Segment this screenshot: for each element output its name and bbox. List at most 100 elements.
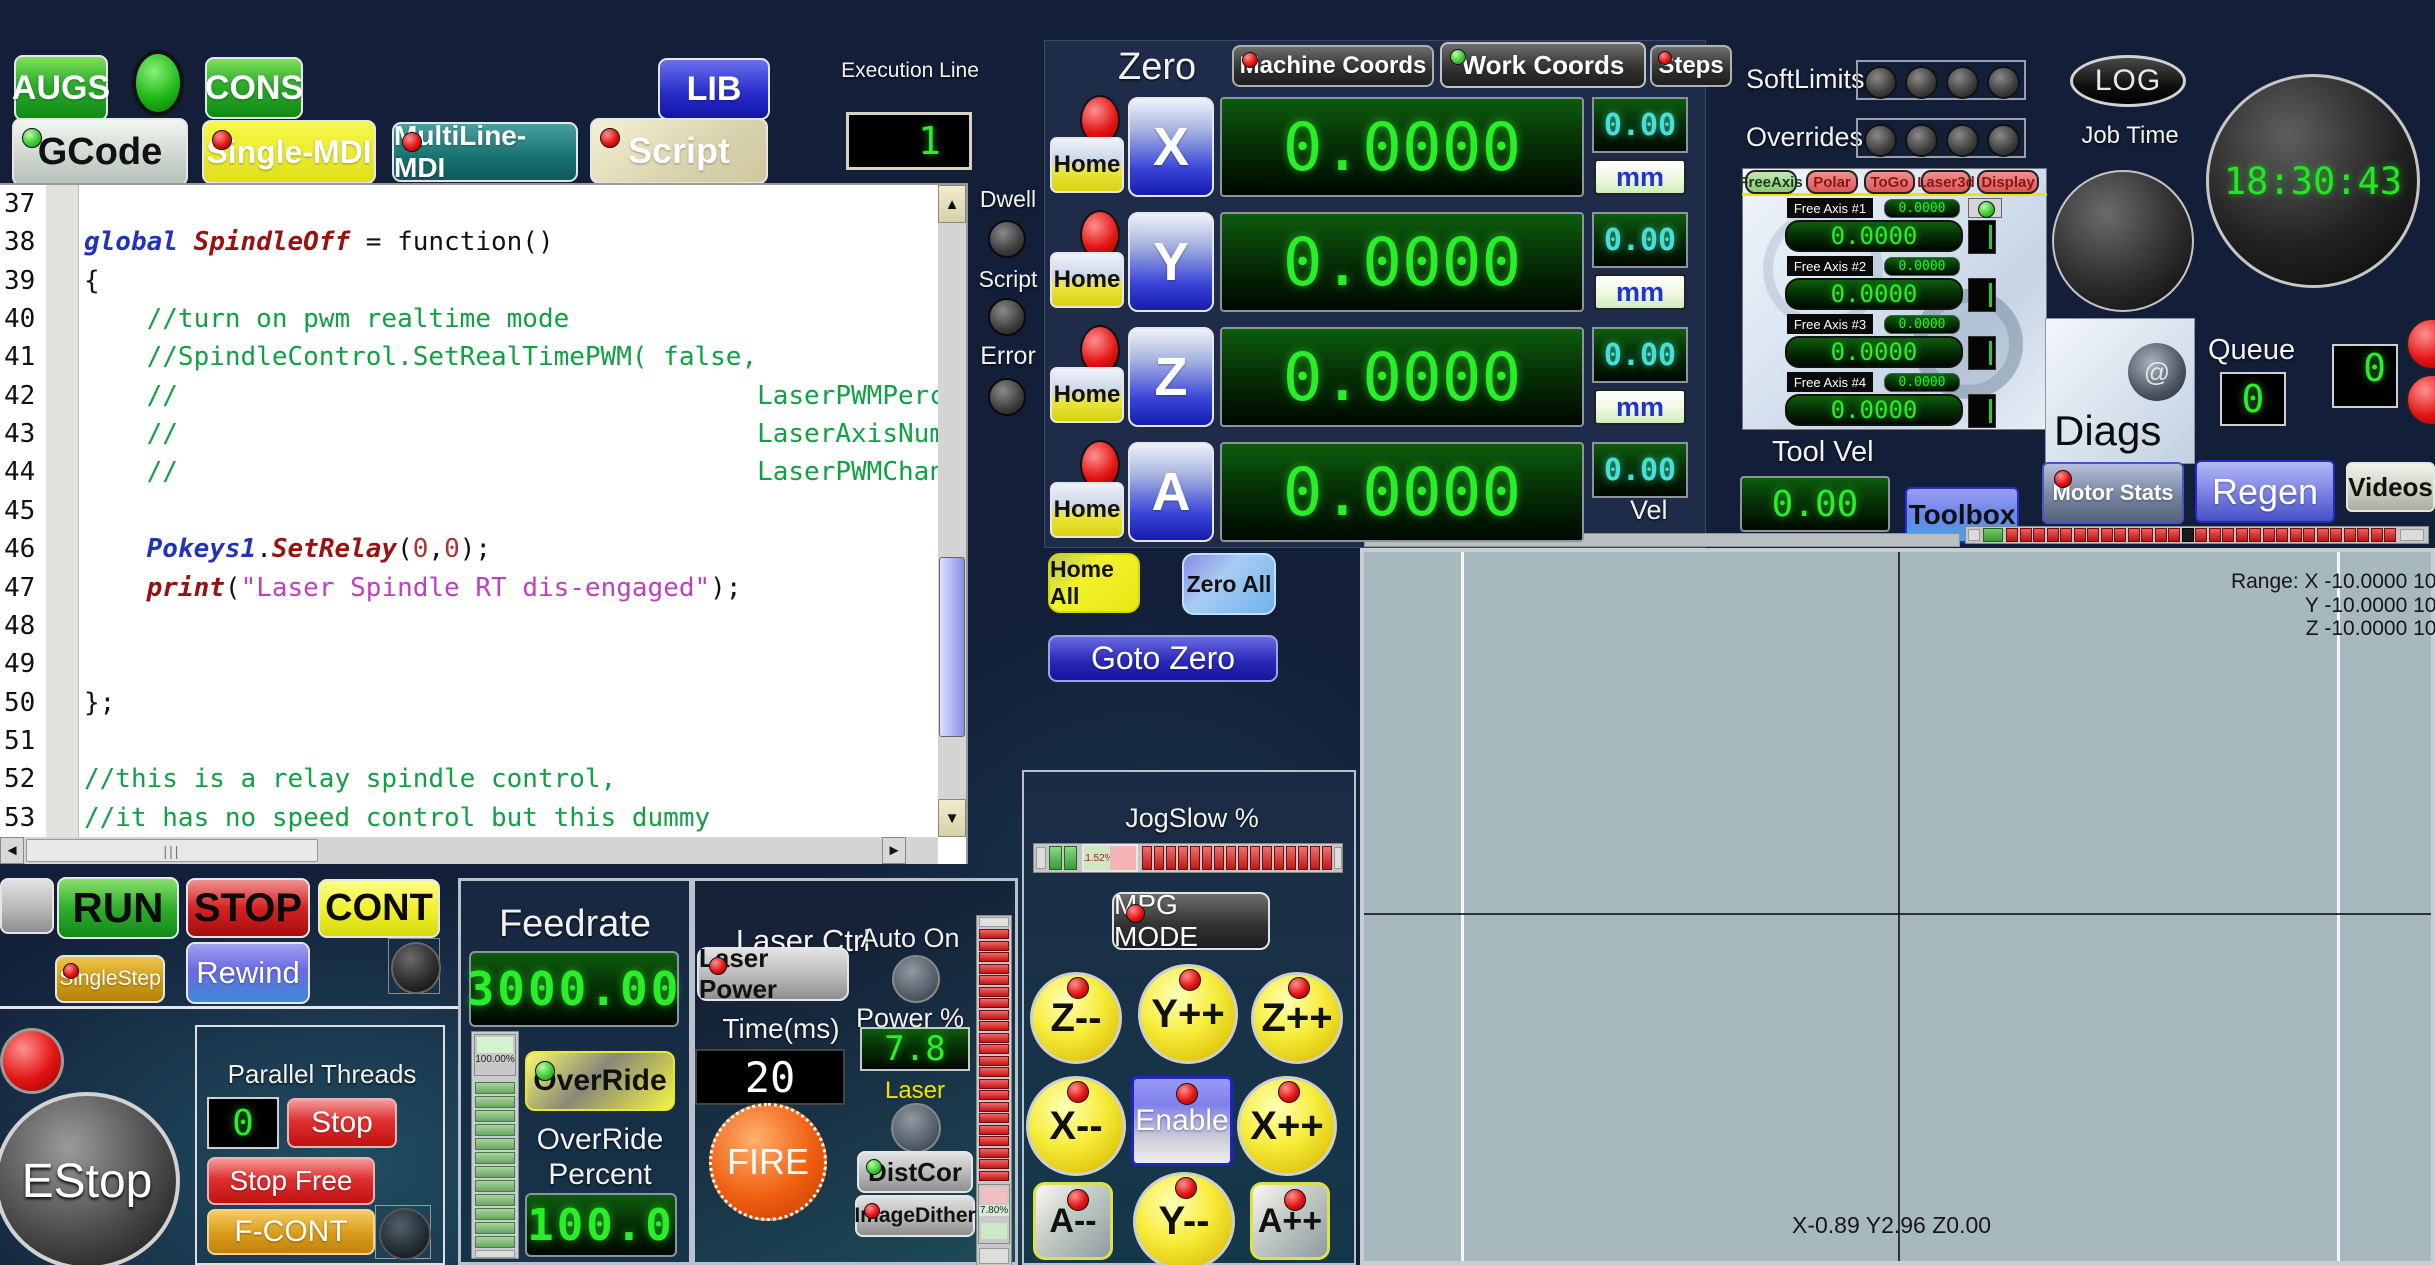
mpg-mode-button[interactable]: MPG MODE bbox=[1112, 892, 1270, 950]
feedhold-knob[interactable] bbox=[391, 942, 441, 994]
jog-dial-knob[interactable] bbox=[2052, 170, 2194, 312]
free-axis-toggle[interactable] bbox=[1968, 198, 2002, 218]
cons-button[interactable]: CONS bbox=[205, 57, 303, 119]
vel-label: Vel bbox=[1630, 495, 1668, 526]
home-button[interactable]: Home bbox=[1050, 137, 1124, 193]
step-size-display: 0.00 bbox=[1592, 212, 1688, 268]
tab-gcode[interactable]: GCode bbox=[12, 118, 188, 186]
home-all-button[interactable]: Home All bbox=[1048, 553, 1140, 613]
axis-select-button-z[interactable]: Z bbox=[1128, 327, 1214, 427]
distcor-button[interactable]: DistCor bbox=[857, 1151, 973, 1193]
augs-button[interactable]: AUGS bbox=[14, 55, 108, 121]
free-axis-tab-togo[interactable]: ToGo bbox=[1864, 170, 1915, 194]
stop-button[interactable]: STOP bbox=[186, 878, 310, 938]
feedrate-slider-handle[interactable]: 100.00% bbox=[474, 1034, 516, 1076]
free-axis-row-label: Free Axis #4 bbox=[1787, 372, 1873, 392]
parallel-stop-button[interactable]: Stop bbox=[287, 1098, 397, 1148]
slider-segment bbox=[475, 1166, 515, 1178]
override-led-icon bbox=[535, 1061, 555, 1081]
videos-button[interactable]: Videos bbox=[2346, 462, 2435, 512]
bar-segment bbox=[2128, 528, 2140, 542]
home-button[interactable]: Home bbox=[1050, 482, 1124, 538]
log-button[interactable]: LOG bbox=[2070, 55, 2186, 107]
override-button[interactable]: OverRide bbox=[525, 1051, 675, 1111]
f-cont-button[interactable]: F-CONT bbox=[207, 1209, 375, 1255]
free-axis-tab-polar[interactable]: Polar bbox=[1806, 170, 1858, 194]
unit-button[interactable]: mm bbox=[1594, 274, 1686, 310]
script-editor[interactable]: 3738394041424344454647484950515253 globa… bbox=[0, 183, 968, 864]
jog-button-Ymm[interactable]: Y-- bbox=[1133, 1172, 1235, 1265]
work-coords-button[interactable]: Work Coords bbox=[1440, 42, 1646, 88]
diags-button[interactable]: @ Diags bbox=[2045, 318, 2195, 464]
lib-button[interactable]: LIB bbox=[658, 58, 770, 120]
unit-button[interactable]: mm bbox=[1594, 159, 1686, 195]
estop-button[interactable]: EStop bbox=[0, 1092, 180, 1265]
transport-blank-button[interactable] bbox=[0, 878, 54, 934]
parallel-knob[interactable] bbox=[379, 1208, 431, 1260]
jog-led-icon bbox=[1179, 969, 1201, 991]
machine-coords-button[interactable]: Machine Coords bbox=[1232, 45, 1434, 87]
jog-button-Xpp[interactable]: X++ bbox=[1237, 1076, 1337, 1176]
jog-enable-button[interactable]: Enable bbox=[1131, 1076, 1233, 1166]
fire-button[interactable]: FIRE bbox=[709, 1103, 827, 1221]
override-percent-label: OverRide Percent bbox=[525, 1123, 675, 1192]
rewind-button[interactable]: Rewind bbox=[186, 942, 310, 1004]
vscroll-thumb[interactable] bbox=[939, 557, 965, 737]
jog-button-App[interactable]: A++ bbox=[1250, 1182, 1330, 1260]
goto-zero-button[interactable]: Goto Zero bbox=[1048, 635, 1278, 682]
jog-button-Xmm[interactable]: X-- bbox=[1026, 1076, 1126, 1176]
slider-segment bbox=[1274, 846, 1284, 870]
regen-progress-bar[interactable] bbox=[1965, 526, 2429, 544]
imagedither-button[interactable]: ImageDither bbox=[855, 1195, 975, 1237]
run-button[interactable]: RUN bbox=[57, 877, 179, 939]
laser-on-knob[interactable] bbox=[891, 1103, 941, 1153]
jog-button-Zpp[interactable]: Z++ bbox=[1251, 972, 1343, 1064]
hscroll-thumb[interactable]: ||| bbox=[26, 839, 318, 862]
code-segment: //it has no speed control but this dummy bbox=[84, 803, 710, 833]
stop-free-button[interactable]: Stop Free bbox=[207, 1157, 375, 1205]
jog-button-Amm[interactable]: A-- bbox=[1033, 1182, 1113, 1260]
auto-on-knob[interactable] bbox=[892, 955, 940, 1003]
toolpath-view[interactable]: Range: X -10.0000 10.0000 Y -10.0000 10.… bbox=[1360, 548, 2435, 1265]
laser-power-button[interactable]: Laser Power bbox=[697, 947, 849, 1001]
editor-hscrollbar[interactable]: ◄ ||| ► bbox=[0, 837, 938, 864]
slider-segment bbox=[979, 1021, 1009, 1031]
jog-button-Zmm[interactable]: Z-- bbox=[1030, 972, 1122, 1064]
zero-all-button[interactable]: Zero All bbox=[1182, 553, 1276, 615]
line-number: 42 bbox=[4, 381, 35, 411]
home-button[interactable]: Home bbox=[1050, 252, 1124, 308]
free-axis-tab-freeaxis[interactable]: FreeAxis bbox=[1745, 170, 1797, 194]
bar-segment bbox=[2236, 528, 2248, 542]
steps-button[interactable]: Steps bbox=[1650, 45, 1732, 87]
jog-button-Ypp[interactable]: Y++ bbox=[1138, 964, 1238, 1064]
tab-multiline-mdi[interactable]: MultiLine-MDI bbox=[392, 122, 578, 182]
laser-power-slider[interactable]: 7.80% bbox=[976, 915, 1012, 1265]
slider-segment bbox=[979, 1113, 1009, 1123]
editor-code-area[interactable]: global SpindleOff = function(){ //turn o… bbox=[84, 185, 938, 837]
axis-select-button-y[interactable]: Y bbox=[1128, 212, 1214, 312]
scroll-right-icon[interactable]: ► bbox=[882, 837, 906, 864]
single-step-button[interactable]: SingleStep bbox=[55, 955, 165, 1003]
regen-button[interactable]: Regen bbox=[2195, 460, 2335, 523]
free-axis-tab-laser3d[interactable]: Laser3d bbox=[1921, 170, 1971, 194]
tab-single-mdi[interactable]: Single-MDI bbox=[202, 120, 376, 184]
dro-display-y: 0.0000 bbox=[1220, 212, 1584, 312]
jog-led-icon bbox=[1278, 1081, 1300, 1103]
laser-slider-handle[interactable]: 7.80% bbox=[978, 1184, 1010, 1244]
tool-vel-display: 0.00 bbox=[1740, 476, 1890, 532]
free-axis-tab-display[interactable]: Display bbox=[1977, 170, 2039, 194]
feedrate-slider[interactable]: 100.00% bbox=[471, 1031, 519, 1259]
motor-stats-button[interactable]: Motor Stats bbox=[2042, 462, 2184, 524]
scroll-down-icon[interactable]: ▼ bbox=[938, 799, 966, 837]
jogslow-slider-handle[interactable]: 11.52% bbox=[1082, 844, 1138, 872]
bar-segment bbox=[2384, 528, 2396, 542]
axis-select-button-x[interactable]: X bbox=[1128, 97, 1214, 197]
home-button[interactable]: Home bbox=[1050, 367, 1124, 423]
jogslow-slider[interactable]: 11.52% bbox=[1033, 843, 1343, 873]
scroll-left-icon[interactable]: ◄ bbox=[0, 837, 24, 864]
cont-button[interactable]: CONT bbox=[318, 879, 440, 938]
motor-stats-led-icon bbox=[2054, 470, 2072, 488]
tab-script[interactable]: Script bbox=[590, 118, 768, 184]
unit-button[interactable]: mm bbox=[1594, 389, 1686, 425]
axis-select-button-a[interactable]: A bbox=[1128, 442, 1214, 542]
